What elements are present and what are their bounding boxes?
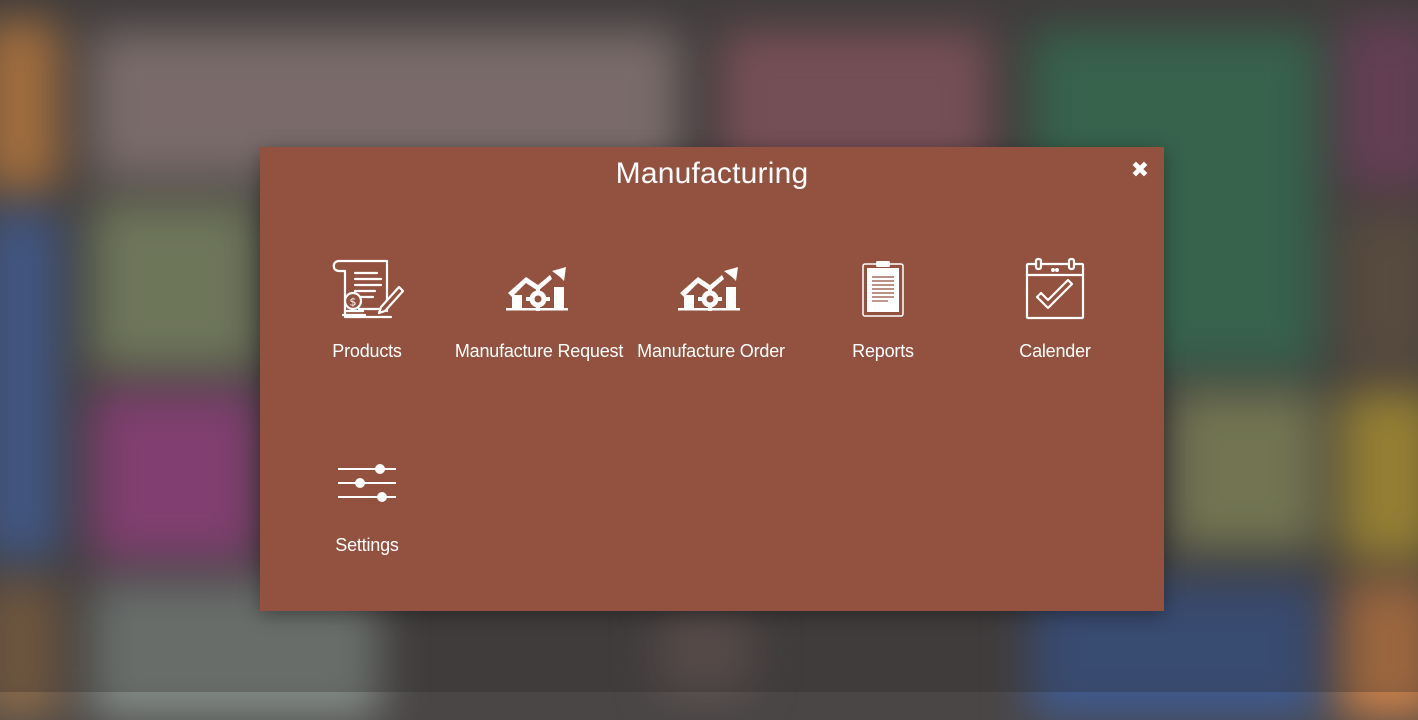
app-label: Products bbox=[332, 341, 402, 361]
clipboard-icon bbox=[843, 254, 923, 324]
svg-text:$: $ bbox=[350, 296, 357, 309]
close-icon: ✖ bbox=[1130, 158, 1150, 183]
app-label: Manufacture Request bbox=[454, 341, 624, 361]
manufacturing-modal: Manufacturing ✖ $ Products Manufacture R… bbox=[260, 147, 1164, 611]
app-tile-calender[interactable]: Calender bbox=[969, 254, 1141, 384]
modal-title: Manufacturing bbox=[615, 157, 809, 190]
app-label: Manufacture Order bbox=[637, 341, 785, 361]
close-button[interactable]: ✖ bbox=[1126, 157, 1154, 185]
app-tile-settings[interactable]: Settings bbox=[281, 448, 453, 578]
products-document-icon: $ bbox=[327, 254, 407, 324]
app-tile-manufacture-request[interactable]: Manufacture Request bbox=[453, 254, 625, 384]
app-label: Reports bbox=[852, 341, 914, 361]
sliders-icon bbox=[327, 448, 407, 518]
calendar-check-icon bbox=[1015, 254, 1095, 324]
app-tile-products[interactable]: $ Products bbox=[281, 254, 453, 384]
app-label: Calender bbox=[1019, 341, 1091, 361]
factory-growth-icon bbox=[499, 254, 579, 324]
app-tile-manufacture-order[interactable]: Manufacture Order bbox=[625, 254, 797, 384]
app-tile-reports[interactable]: Reports bbox=[797, 254, 969, 384]
factory-growth-icon bbox=[671, 254, 751, 324]
app-label: Settings bbox=[335, 535, 399, 555]
